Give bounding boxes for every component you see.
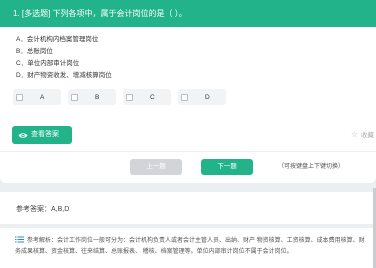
checkbox[interactable] <box>126 93 133 101</box>
analysis-content: 参考解析：会计工作岗位一般可分为：会计机构负责人或者会计主管人员、出纳、财产 物… <box>15 236 370 258</box>
checkbox[interactable] <box>71 93 78 101</box>
favorite-label: 收藏 <box>361 132 374 139</box>
next-question-button[interactable]: 下一题 <box>201 159 253 175</box>
view-answer-button[interactable]: 查看答案 <box>12 126 72 144</box>
checkbox[interactable] <box>16 93 23 101</box>
question-card: 1. [多选题] 下列各项中，属于会计岗位的是（ ）。 A．会计机构内档案管理岗… <box>0 0 376 183</box>
list-icon <box>15 236 24 243</box>
view-answer-label: 查看答案 <box>31 131 59 138</box>
choice-letter: C <box>150 93 155 101</box>
favorite-button[interactable]: ☆ 收藏 <box>350 129 374 140</box>
answer-choice-a[interactable]: A <box>13 89 61 105</box>
star-icon: ☆ <box>350 129 358 139</box>
answer-choices: A B C D <box>0 89 376 105</box>
keyboard-hint: （可按键盘上下键切换） <box>278 164 345 170</box>
reference-answer: 参考答案：A,B,D <box>16 206 70 213</box>
divider <box>0 151 376 152</box>
choice-letter: B <box>95 93 100 101</box>
question-page: 1. [多选题] 下列各项中，属于会计岗位的是（ ）。 A．会计机构内档案管理岗… <box>0 0 376 268</box>
analysis-text: 参考解析：会计工作岗位一般可分为：会计机构负责人或者会计主管人员、出纳、财产 物… <box>15 238 365 255</box>
checkbox[interactable] <box>181 93 188 101</box>
choice-letter: A <box>40 93 45 101</box>
eye-icon <box>18 132 28 138</box>
analysis-panel: 参考解析：会计工作岗位一般可分为：会计机构负责人或者会计主管人员、出纳、财产 物… <box>0 228 376 268</box>
choice-letter: D <box>205 93 210 101</box>
option-list: A．会计机构内档案管理岗位 B．总账岗位 C．单位内部审计岗位 D．财产物资收发… <box>0 27 376 82</box>
option-c-text: C．单位内部审计岗位 <box>16 60 80 67</box>
reference-answer-panel: 参考答案：A,B,D <box>0 192 376 224</box>
prev-question-button[interactable]: 上一题 <box>130 159 182 175</box>
option-b-text: B．总账岗位 <box>16 48 53 55</box>
answer-choice-b[interactable]: B <box>68 89 116 105</box>
question-title: 1. [多选题] 下列各项中，属于会计岗位的是（ ）。 <box>0 0 376 27</box>
option-a-text: A．会计机构内档案管理岗位 <box>16 36 99 43</box>
answer-choice-c[interactable]: C <box>123 89 171 105</box>
option-d-text: D．财产物资收发、增减核算岗位 <box>16 72 112 79</box>
answer-choice-d[interactable]: D <box>178 89 226 105</box>
